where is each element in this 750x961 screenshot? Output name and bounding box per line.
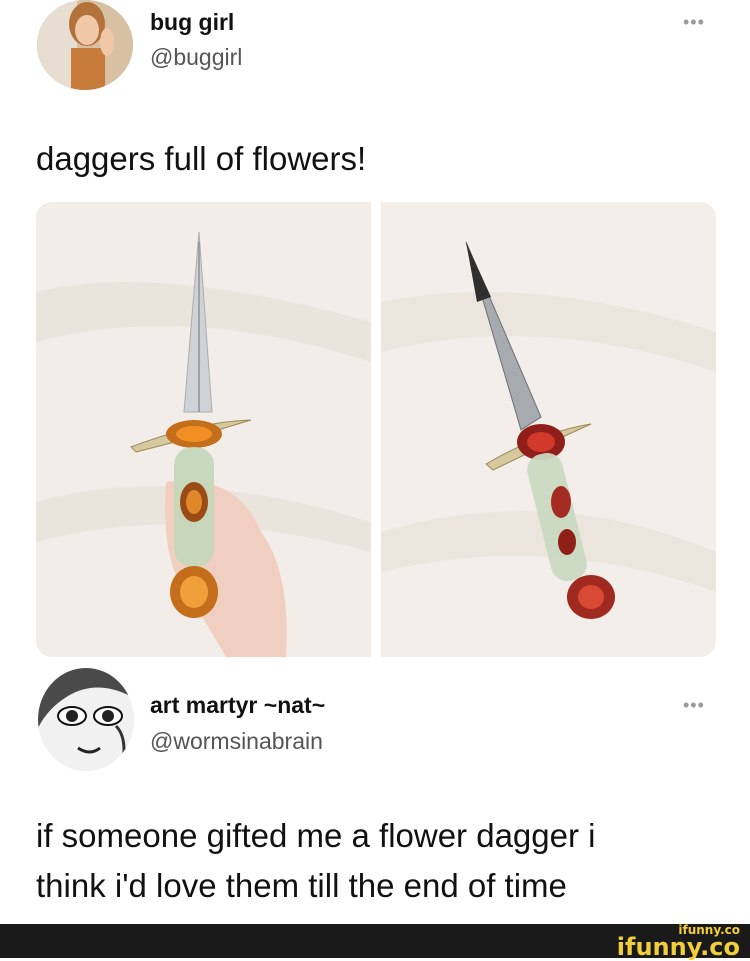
avatar-buggirl[interactable]: [37, 0, 133, 90]
more-options-icon[interactable]: •••: [683, 695, 705, 716]
dagger-image-right: [381, 202, 716, 657]
author-name[interactable]: art martyr ~nat~: [150, 692, 325, 719]
tweet-text-line-1: if someone gifted me a flower dagger i: [36, 817, 596, 854]
dagger-photo-left[interactable]: [36, 202, 371, 657]
avatar-wormsinabrain[interactable]: [38, 668, 134, 771]
avatar-image: [37, 0, 133, 90]
author-name[interactable]: bug girl: [150, 9, 234, 36]
ifunny-logo: ifunny.co ifunny.co: [616, 923, 740, 961]
dagger-image-left: [36, 202, 371, 657]
watermark-bar: ifunny.co ifunny.co: [0, 923, 750, 961]
tweet-text: daggers full of flowers!: [36, 140, 367, 177]
avatar-image: [38, 668, 134, 771]
more-options-icon[interactable]: •••: [683, 12, 705, 33]
tweet-text-line-2: think i'd love them till the end of time: [36, 867, 567, 904]
dagger-photo-right[interactable]: [381, 202, 716, 657]
tweet-media[interactable]: [36, 202, 716, 657]
author-handle[interactable]: @buggirl: [150, 44, 242, 71]
author-handle[interactable]: @wormsinabrain: [150, 728, 323, 755]
